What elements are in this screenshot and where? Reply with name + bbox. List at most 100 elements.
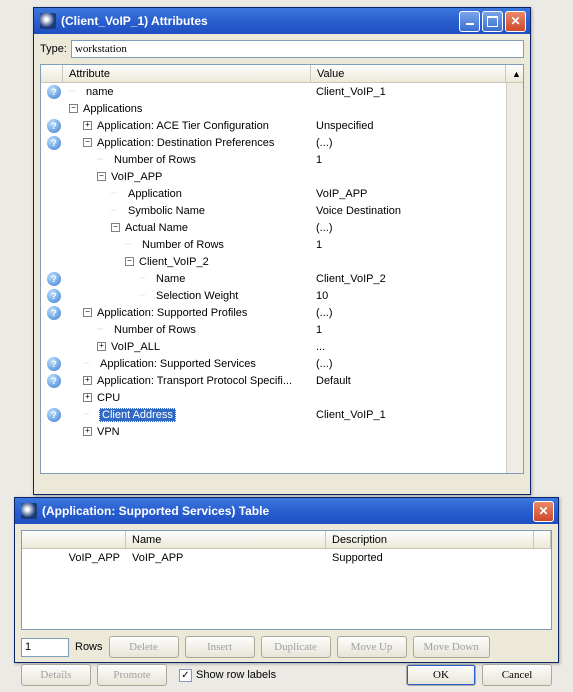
table-row[interactable]: −VoIP_APP: [41, 168, 506, 185]
help-icon[interactable]: ?: [47, 272, 61, 286]
attribute-label: Application: ACE Tier Configuration: [96, 120, 270, 132]
value-cell[interactable]: ...: [313, 341, 506, 353]
minimize-button[interactable]: [459, 11, 480, 32]
expand-icon[interactable]: +: [83, 427, 92, 436]
collapse-icon[interactable]: −: [111, 223, 120, 232]
header-name[interactable]: Name: [126, 531, 326, 548]
value-cell[interactable]: 10: [313, 290, 506, 302]
value-cell[interactable]: VoIP_APP: [313, 188, 506, 200]
expand-icon[interactable]: +: [83, 376, 92, 385]
titlebar[interactable]: (Application: Supported Services) Table: [15, 498, 558, 524]
table-row[interactable]: ?⋯NameClient_VoIP_2: [41, 270, 506, 287]
maximize-button[interactable]: [482, 11, 503, 32]
table-row[interactable]: −Client_VoIP_2: [41, 253, 506, 270]
table-row[interactable]: ⋯Number of Rows1: [41, 236, 506, 253]
header-scroll: [534, 531, 551, 548]
value-cell[interactable]: Client_VoIP_1: [313, 86, 506, 98]
header-value[interactable]: Value: [311, 65, 506, 82]
table-row[interactable]: ?−Application: Destination Preferences(.…: [41, 134, 506, 151]
help-icon[interactable]: ?: [47, 119, 61, 133]
titlebar[interactable]: (Client_VoIP_1) Attributes: [34, 8, 530, 34]
table-row[interactable]: ? + Application: ACE Tier Configuration Uns…: [41, 117, 506, 134]
table-row[interactable]: ?+Application: Transport Protocol Specif…: [41, 372, 506, 389]
close-button[interactable]: [505, 11, 526, 32]
rows-input[interactable]: [21, 638, 69, 657]
table-row[interactable]: ?⋯Application: Supported Services(...): [41, 355, 506, 372]
movedown-button[interactable]: Move Down: [413, 636, 490, 658]
value-cell[interactable]: Default: [313, 375, 506, 387]
value-cell[interactable]: Client_VoIP_2: [313, 273, 506, 285]
attribute-label: Number of Rows: [113, 154, 197, 166]
checkbox-icon[interactable]: ✓: [179, 669, 192, 682]
attribute-label: Application: Supported Profiles: [96, 307, 248, 319]
show-row-labels-option[interactable]: ✓ Show row labels: [179, 669, 276, 682]
table-row[interactable]: −Applications: [41, 100, 506, 117]
table-row[interactable]: VoIP_APP VoIP_APP Supported: [22, 549, 551, 566]
table-row[interactable]: ⋯ApplicationVoIP_APP: [41, 185, 506, 202]
button-row-1: Rows Delete Insert Duplicate Move Up Mov…: [21, 636, 552, 658]
expand-icon[interactable]: +: [83, 121, 92, 130]
table-row[interactable]: +VoIP_ALL...: [41, 338, 506, 355]
help-icon[interactable]: ?: [47, 136, 61, 150]
attribute-label: name: [85, 86, 115, 98]
collapse-icon[interactable]: −: [69, 104, 78, 113]
moveup-button[interactable]: Move Up: [337, 636, 407, 658]
value-cell[interactable]: Client_VoIP_1: [313, 409, 506, 421]
close-button[interactable]: [533, 501, 554, 522]
table-row[interactable]: +VPN: [41, 423, 506, 440]
attribute-label: Number of Rows: [141, 239, 225, 251]
value-cell[interactable]: (...): [313, 358, 506, 370]
ok-button[interactable]: OK: [406, 664, 476, 686]
attribute-label: Client_VoIP_2: [138, 256, 210, 268]
value-cell[interactable]: (...): [313, 307, 506, 319]
promote-button[interactable]: Promote: [97, 664, 167, 686]
value-cell[interactable]: 1: [313, 324, 506, 336]
details-button[interactable]: Details: [21, 664, 91, 686]
table-row[interactable]: ? −Application: Supported Profiles (...): [41, 304, 506, 321]
table-row[interactable]: ?⋯nameClient_VoIP_1: [41, 83, 506, 100]
row-desc: Supported: [326, 552, 551, 564]
table-row[interactable]: −Actual Name (...): [41, 219, 506, 236]
row-key: VoIP_APP: [22, 552, 126, 564]
table-row[interactable]: ?⋯Selection Weight10: [41, 287, 506, 304]
help-icon[interactable]: ?: [47, 374, 61, 388]
duplicate-button[interactable]: Duplicate: [261, 636, 331, 658]
type-row: Type:: [40, 40, 524, 58]
expand-icon[interactable]: +: [83, 393, 92, 402]
vertical-scrollbar[interactable]: [506, 83, 523, 473]
services-table-window: (Application: Supported Services) Table …: [14, 497, 559, 663]
table-row[interactable]: ⋯Symbolic NameVoice Destination: [41, 202, 506, 219]
collapse-icon[interactable]: −: [83, 138, 92, 147]
collapse-icon[interactable]: −: [83, 308, 92, 317]
value-cell[interactable]: (...): [313, 222, 506, 234]
table-row[interactable]: ?⋯Client AddressClient_VoIP_1: [41, 406, 506, 423]
attribute-label: Actual Name: [124, 222, 189, 234]
attribute-label: Application: Supported Services: [99, 358, 257, 370]
collapse-icon[interactable]: −: [125, 257, 134, 266]
table-row[interactable]: ⋯Number of Rows1: [41, 151, 506, 168]
type-input[interactable]: [71, 40, 524, 58]
window-buttons: [533, 501, 554, 522]
collapse-icon[interactable]: −: [97, 172, 106, 181]
value-cell[interactable]: Unspecified: [313, 120, 506, 132]
expand-icon[interactable]: +: [97, 342, 106, 351]
help-icon[interactable]: ?: [47, 85, 61, 99]
insert-button[interactable]: Insert: [185, 636, 255, 658]
table-row[interactable]: +CPU: [41, 389, 506, 406]
value-cell[interactable]: Voice Destination: [313, 205, 506, 217]
value-cell[interactable]: 1: [313, 154, 506, 166]
header-attribute[interactable]: Attribute: [63, 65, 311, 82]
scroll-up-icon[interactable]: ▲: [506, 65, 523, 82]
table-row[interactable]: ⋯Number of Rows1: [41, 321, 506, 338]
attribute-label: Name: [155, 273, 186, 285]
type-label: Type:: [40, 43, 67, 55]
delete-button[interactable]: Delete: [109, 636, 179, 658]
header-description[interactable]: Description: [326, 531, 534, 548]
help-icon[interactable]: ?: [47, 306, 61, 320]
help-icon[interactable]: ?: [47, 357, 61, 371]
cancel-button[interactable]: Cancel: [482, 664, 552, 686]
value-cell[interactable]: 1: [313, 239, 506, 251]
value-cell[interactable]: (...): [313, 137, 506, 149]
help-icon[interactable]: ?: [47, 289, 61, 303]
help-icon[interactable]: ?: [47, 408, 61, 422]
